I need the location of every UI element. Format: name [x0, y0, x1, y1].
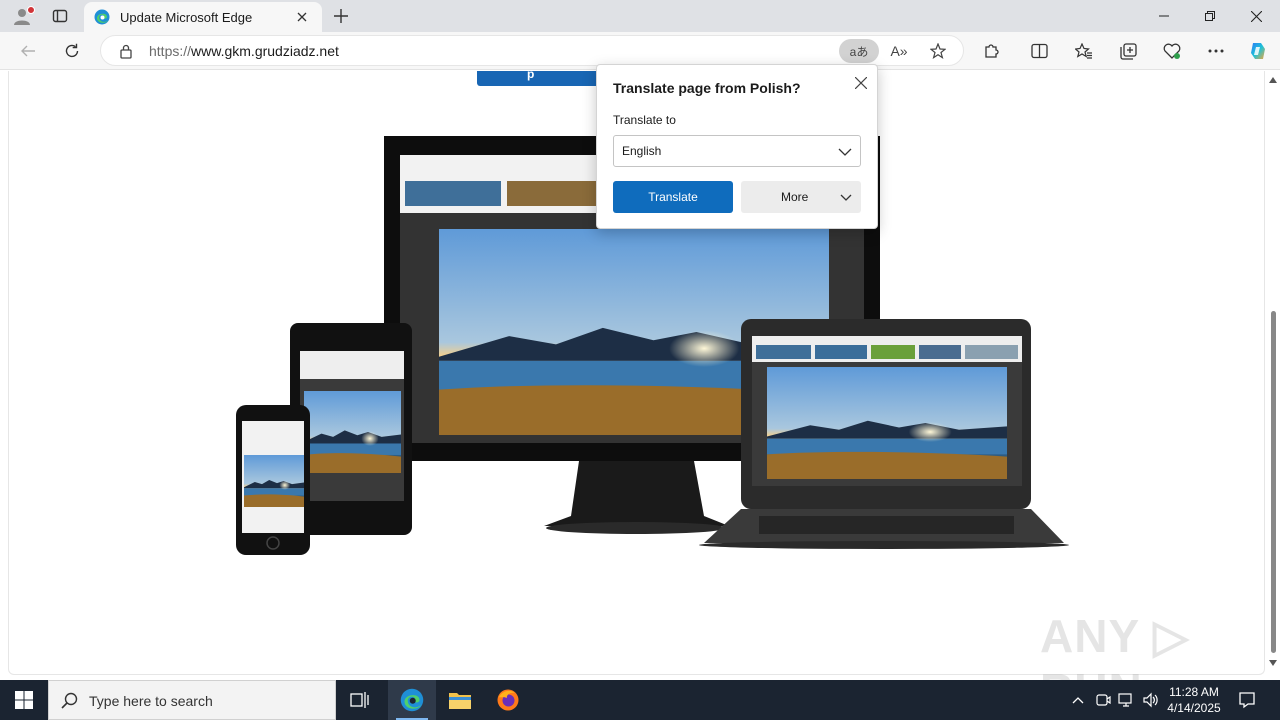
firefox-icon: [497, 689, 519, 711]
folder-icon: [449, 693, 471, 709]
url-host: www.gkm.grudziadz.net: [191, 43, 339, 59]
split-screen-button[interactable]: [1026, 39, 1052, 63]
translate-popup: Translate page from Polish? Translate to…: [596, 64, 878, 229]
split-screen-icon: [1030, 43, 1048, 59]
chevron-down-icon: [840, 194, 852, 201]
translate-button[interactable]: Translate: [613, 181, 733, 213]
favorites-icon: [1075, 42, 1092, 59]
profile-notification-dot: [27, 6, 35, 14]
url-text[interactable]: https://www.gkm.grudziadz.net: [149, 43, 339, 59]
copilot-icon: [1251, 43, 1265, 59]
translate-page-button[interactable]: aあ: [839, 39, 879, 63]
language-select[interactable]: English: [613, 135, 861, 167]
close-icon: [1250, 10, 1262, 22]
scroll-up-arrow-icon[interactable]: [1269, 77, 1277, 83]
heart-pulse-icon: [1163, 43, 1181, 59]
minimize-icon: [1159, 15, 1169, 17]
taskbar-clock[interactable]: 11:28 AM 4/14/2025: [1160, 684, 1228, 716]
tab-bar: Update Microsoft Edge: [0, 0, 1280, 32]
back-arrow-icon: [21, 45, 35, 57]
close-icon: [297, 12, 307, 22]
read-aloud-icon[interactable]: A»: [888, 40, 910, 62]
minimize-button[interactable]: [1141, 0, 1187, 32]
tab-actions-button[interactable]: [46, 4, 74, 28]
popup-title: Translate page from Polish?: [613, 80, 801, 96]
address-bar[interactable]: https://www.gkm.grudziadz.net aあ A»: [100, 35, 964, 66]
vertical-scrollbar[interactable]: [1266, 71, 1280, 675]
close-icon: [855, 77, 867, 89]
popup-close-button[interactable]: [851, 73, 871, 93]
laptop-device: [699, 319, 1069, 549]
extensions-button[interactable]: [978, 39, 1004, 63]
edge-icon: [400, 688, 424, 712]
puzzle-icon: [984, 43, 999, 58]
windows-logo-icon: [15, 691, 33, 709]
taskbar-search-box[interactable]: Type here to search: [48, 680, 336, 720]
clock-date: 4/14/2025: [1167, 701, 1221, 715]
back-button[interactable]: [15, 39, 41, 63]
tray-meet-icon[interactable]: [1093, 690, 1113, 710]
search-placeholder: Type here to search: [89, 693, 213, 709]
tab-actions-icon: [52, 9, 68, 23]
url-scheme: https://: [149, 43, 192, 59]
edge-icon: [94, 9, 110, 25]
refresh-button[interactable]: [59, 39, 85, 63]
network-icon[interactable]: [1116, 690, 1136, 710]
copilot-button[interactable]: [1245, 39, 1271, 63]
tray-overflow-chevron-icon[interactable]: [1068, 690, 1088, 710]
tab-title: Update Microsoft Edge: [120, 9, 253, 25]
close-window-button[interactable]: [1233, 0, 1279, 32]
profile-button[interactable]: [8, 4, 36, 28]
notification-icon: [1239, 692, 1255, 709]
taskbar-edge-button[interactable]: [388, 680, 436, 720]
new-tab-button[interactable]: [328, 4, 354, 28]
chevron-down-icon: [838, 148, 852, 156]
scrollbar-thumb[interactable]: [1271, 311, 1276, 653]
more-dots-icon: [1208, 49, 1224, 53]
restore-button[interactable]: [1187, 0, 1233, 32]
start-button[interactable]: [0, 680, 48, 720]
task-view-button[interactable]: [336, 680, 384, 720]
language-select-value: English: [622, 144, 662, 158]
collections-button[interactable]: [1115, 39, 1141, 63]
search-icon: [61, 692, 78, 709]
taskbar-file-explorer-button[interactable]: [436, 680, 484, 720]
tab-update-edge[interactable]: Update Microsoft Edge: [84, 2, 322, 32]
plus-icon: [334, 9, 348, 23]
taskbar-firefox-button[interactable]: [484, 680, 532, 720]
tab-close-button[interactable]: [292, 7, 312, 27]
more-options-button[interactable]: More: [741, 181, 861, 213]
task-view-icon: [350, 692, 369, 708]
favorites-button[interactable]: [1071, 39, 1097, 63]
favorite-star-icon[interactable]: [927, 40, 949, 62]
more-options-label: More: [781, 190, 809, 204]
restore-icon: [1205, 11, 1215, 21]
browser-essentials-button[interactable]: [1159, 39, 1185, 63]
translate-to-label: Translate to: [613, 113, 676, 127]
lock-icon[interactable]: [117, 42, 135, 60]
settings-more-button[interactable]: [1203, 39, 1229, 63]
refresh-icon: [65, 43, 79, 58]
volume-icon[interactable]: [1140, 690, 1160, 710]
phone-device: [236, 405, 310, 555]
clock-time: 11:28 AM: [1169, 685, 1219, 699]
notifications-button[interactable]: [1234, 688, 1260, 712]
taskbar: Type here to search 11:28 AM 4/14/2025: [0, 680, 1280, 720]
collections-icon: [1119, 42, 1137, 60]
